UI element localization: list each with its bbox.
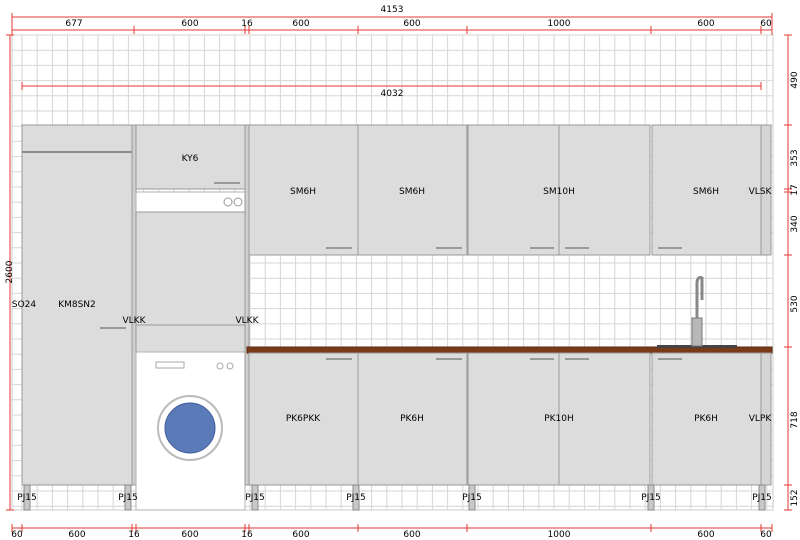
tall-housing: [135, 211, 246, 353]
label-fridge: KM8SN2: [58, 300, 96, 310]
height-total-label: 2600: [5, 260, 15, 283]
right-segment-labels: 490 353 17 340 530 718 152: [790, 71, 800, 506]
top-seg-label: 1000: [548, 19, 571, 29]
bottom-seg-label: 600: [292, 530, 309, 540]
label-cover-left: VLKK: [123, 316, 147, 326]
washer-drum: [164, 402, 216, 454]
wall-width-label: 4032: [381, 89, 404, 99]
top-seg-label: 600: [697, 19, 714, 29]
label-base-1: PK6PKK: [286, 414, 321, 424]
bottom-seg-label: 60: [760, 530, 772, 540]
leg-label: PJ15: [346, 493, 366, 503]
bottom-seg-label: 600: [697, 530, 714, 540]
overall-width-label: 4153: [381, 5, 404, 15]
label-side-panel: SO24: [12, 300, 37, 310]
label-base-4: PK6H: [694, 414, 718, 424]
label-base-end: VLPK: [749, 414, 773, 424]
right-seg-label: 17: [790, 184, 800, 195]
top-seg-label: 60: [760, 19, 772, 29]
label-cover-right: VLKK: [236, 316, 260, 326]
kitchen-elevation-drawing: 4153 4032 2600 677 600 16 600 600 1000 6…: [5, 5, 800, 540]
label-wall-4: SM6H: [693, 187, 719, 197]
right-seg-label: 490: [790, 71, 800, 88]
top-seg-label: 600: [292, 19, 309, 29]
top-seg-label: 677: [65, 19, 82, 29]
right-seg-label: 718: [790, 411, 800, 428]
washer-column[interactable]: [135, 124, 246, 511]
label-base-2: PK6H: [400, 414, 424, 424]
right-seg-label: 530: [790, 295, 800, 312]
cover-panel-left: [131, 124, 137, 486]
right-seg-label: 152: [790, 489, 800, 506]
right-seg-label: 353: [790, 149, 800, 166]
label-wall-2: SM6H: [399, 187, 425, 197]
label-wall-3: SM10H: [543, 187, 575, 197]
bottom-seg-label: 16: [241, 530, 253, 540]
base-cabinets[interactable]: [248, 352, 772, 486]
label-ky6: KY6: [182, 154, 199, 164]
dryer-top-panel: [135, 191, 246, 213]
cover-panel-right: [244, 124, 250, 486]
bottom-seg-label: 600: [403, 530, 420, 540]
top-segment-labels: 677 600 16 600 600 1000 600 60: [65, 19, 772, 29]
label-base-3: PK10H: [544, 414, 574, 424]
leg-label: PJ15: [462, 493, 482, 503]
bottom-segment-labels: 60 600 16 600 16 600 600 1000 600 60: [11, 530, 772, 540]
bottom-seg-label: 16: [128, 530, 140, 540]
top-seg-label: 16: [241, 19, 253, 29]
right-seg-label: 340: [790, 215, 800, 232]
leg-label: PJ15: [245, 493, 265, 503]
leg-label: PJ15: [118, 493, 138, 503]
leg-label: PJ15: [752, 493, 772, 503]
top-seg-label: 600: [181, 19, 198, 29]
leg-label: PJ15: [17, 493, 37, 503]
label-wall-end: VLSK: [749, 187, 773, 197]
bottom-seg-label: 600: [68, 530, 85, 540]
bottom-seg-label: 1000: [548, 530, 571, 540]
top-seg-label: 600: [403, 19, 420, 29]
leg-label: PJ15: [641, 493, 661, 503]
bottom-seg-label: 60: [11, 530, 23, 540]
bottom-seg-label: 600: [181, 530, 198, 540]
label-wall-1: SM6H: [290, 187, 316, 197]
